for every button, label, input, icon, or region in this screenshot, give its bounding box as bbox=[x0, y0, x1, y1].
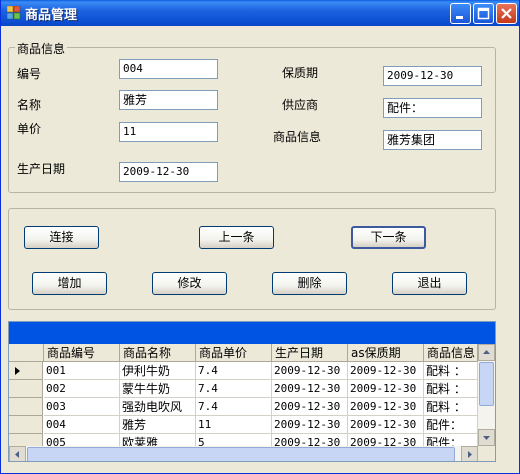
id-input[interactable]: 004 bbox=[119, 59, 218, 79]
grid-cell[interactable]: 11 bbox=[196, 416, 272, 434]
main-window: 商品管理 商品信息 编号 004 名称 雅芳 单价 11 生产日期 2009-1… bbox=[0, 0, 520, 474]
grid-cell[interactable]: 2009-12-30 bbox=[348, 362, 424, 380]
minimize-icon bbox=[456, 16, 463, 19]
column-header[interactable]: 商品名称 bbox=[120, 344, 196, 362]
name-input[interactable]: 雅芳 bbox=[119, 90, 218, 110]
price-label: 单价 bbox=[17, 122, 42, 136]
grid-cell[interactable]: 003 bbox=[44, 398, 120, 416]
scroll-left-button[interactable] bbox=[9, 446, 26, 461]
maximize-button[interactable] bbox=[473, 3, 494, 24]
grid-cell[interactable]: 配料 ： bbox=[424, 362, 478, 380]
arrow-up-icon bbox=[483, 350, 490, 354]
grid-corner-header bbox=[9, 344, 44, 362]
product-info-input[interactable]: 雅芳集团 bbox=[383, 130, 482, 150]
grid-cell[interactable]: 2009-12-30 bbox=[348, 398, 424, 416]
production-date-input[interactable]: 2009-12-30 bbox=[119, 162, 218, 182]
edit-button[interactable]: 修改 bbox=[152, 272, 227, 295]
grid-cell[interactable]: 强劲电吹风 bbox=[120, 398, 196, 416]
app-icon bbox=[7, 6, 21, 20]
grid-cell[interactable]: 7.4 bbox=[196, 362, 272, 380]
row-header[interactable] bbox=[9, 380, 43, 398]
grid-cell[interactable]: 7.4 bbox=[196, 398, 272, 416]
grid-cell[interactable]: 配件： bbox=[424, 416, 478, 434]
row-header[interactable] bbox=[9, 362, 43, 380]
grid-cell[interactable]: 001 bbox=[44, 362, 120, 380]
maximize-icon bbox=[477, 7, 490, 20]
column-header[interactable]: 生产日期 bbox=[272, 344, 348, 362]
scroll-corner bbox=[478, 446, 495, 461]
product-info-label: 商品信息 bbox=[273, 130, 322, 144]
grid-caption-bar bbox=[9, 322, 495, 344]
close-button[interactable] bbox=[496, 3, 517, 24]
title-bar[interactable]: 商品管理 bbox=[1, 0, 519, 26]
window-title: 商品管理 bbox=[25, 8, 78, 23]
close-icon bbox=[501, 8, 512, 19]
grid-cell[interactable]: 伊利牛奶 bbox=[120, 362, 196, 380]
previous-button[interactable]: 上一条 bbox=[199, 226, 274, 249]
grid-cell[interactable]: 配料 ： bbox=[424, 398, 478, 416]
minimize-button[interactable] bbox=[450, 3, 471, 24]
price-input[interactable]: 11 bbox=[119, 122, 218, 142]
grid-cell[interactable]: 2009-12-30 bbox=[348, 416, 424, 434]
row-header[interactable] bbox=[9, 398, 43, 416]
grid-cell[interactable]: 2009-12-30 bbox=[272, 416, 348, 434]
supplier-label: 供应商 bbox=[282, 98, 319, 112]
current-row-indicator-icon bbox=[15, 367, 20, 375]
shelf-life-label: 保质期 bbox=[282, 66, 319, 80]
delete-button[interactable]: 删除 bbox=[272, 272, 347, 295]
horizontal-scrollbar[interactable] bbox=[9, 446, 495, 461]
name-label: 名称 bbox=[17, 98, 42, 112]
next-button[interactable]: 下一条 bbox=[351, 226, 426, 249]
id-label: 编号 bbox=[17, 67, 42, 81]
connect-button[interactable]: 连接 bbox=[24, 226, 99, 249]
exit-button[interactable]: 退出 bbox=[392, 272, 467, 295]
horizontal-scroll-thumb[interactable] bbox=[27, 447, 455, 461]
supplier-input[interactable]: 配件： bbox=[383, 98, 482, 118]
scroll-up-button[interactable] bbox=[478, 344, 495, 361]
grid-cell[interactable]: 7.4 bbox=[196, 380, 272, 398]
grid-cell[interactable]: 004 bbox=[44, 416, 120, 434]
product-info-legend: 商品信息 bbox=[15, 40, 68, 57]
column-header[interactable]: 商品单价 bbox=[196, 344, 272, 362]
row-header[interactable] bbox=[9, 416, 43, 434]
scroll-down-button[interactable] bbox=[478, 429, 495, 446]
grid-cell[interactable]: 雅芳 bbox=[120, 416, 196, 434]
vertical-scrollbar[interactable] bbox=[478, 344, 495, 446]
grid-cell[interactable]: 2009-12-30 bbox=[272, 398, 348, 416]
add-button[interactable]: 增加 bbox=[32, 272, 107, 295]
shelf-life-input[interactable]: 2009-12-30 bbox=[383, 66, 482, 86]
grid-cell[interactable]: 2009-12-30 bbox=[272, 380, 348, 398]
scroll-right-button[interactable] bbox=[461, 446, 478, 461]
arrow-down-icon bbox=[483, 436, 490, 440]
arrow-left-icon bbox=[15, 451, 19, 458]
grid-cell[interactable]: 2009-12-30 bbox=[348, 380, 424, 398]
column-header[interactable]: as保质期 bbox=[348, 344, 424, 362]
column-header[interactable]: 商品信息 bbox=[424, 344, 478, 362]
arrow-right-icon bbox=[468, 451, 472, 458]
grid-cell[interactable]: 2009-12-30 bbox=[272, 362, 348, 380]
vertical-scroll-thumb[interactable] bbox=[479, 362, 494, 406]
production-date-label: 生产日期 bbox=[17, 162, 66, 176]
grid-cell[interactable]: 002 bbox=[44, 380, 120, 398]
column-header[interactable]: 商品编号 bbox=[44, 344, 120, 362]
products-grid[interactable]: 商品编号 商品名称 商品单价 生产日期 as保质期 商品信息 001 伊利牛奶 7.… bbox=[8, 321, 496, 462]
grid-cell[interactable]: 配料 ： bbox=[424, 380, 478, 398]
grid-cell[interactable]: 蒙牛牛奶 bbox=[120, 380, 196, 398]
